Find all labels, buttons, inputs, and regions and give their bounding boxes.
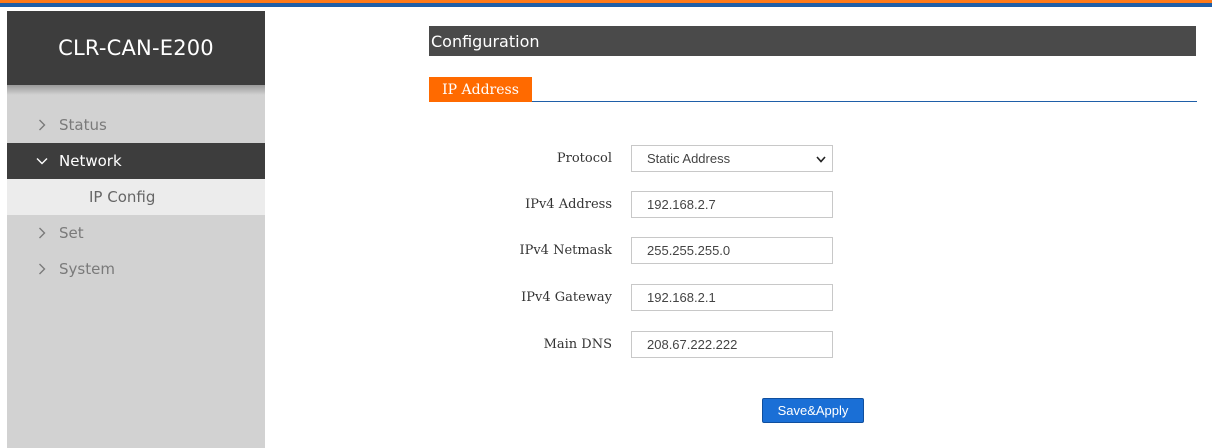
main-dns-label: Main DNS bbox=[543, 337, 612, 352]
main-dns-value: 208.67.222.222 bbox=[647, 337, 738, 352]
protocol-value: Static Address bbox=[647, 151, 731, 166]
protocol-select[interactable]: Static Address bbox=[631, 145, 833, 172]
sidebar-item-label: Set bbox=[59, 224, 84, 242]
save-apply-label: Save&Apply bbox=[777, 403, 849, 418]
protocol-label: Protocol bbox=[556, 151, 612, 166]
page-title: Configuration bbox=[431, 31, 540, 51]
brand-shadow bbox=[7, 85, 265, 95]
sidebar-item-label: System bbox=[59, 260, 115, 278]
ipv4-netmask-value: 255.255.255.0 bbox=[647, 243, 731, 258]
chevron-right-icon bbox=[35, 263, 49, 275]
chevron-right-icon bbox=[35, 119, 49, 131]
ipv4-netmask-label: IPv4 Netmask bbox=[519, 243, 612, 258]
tab-underline bbox=[429, 101, 1197, 102]
sidebar-item-system[interactable]: System bbox=[7, 251, 265, 287]
sidebar-subitem-ip-config[interactable]: IP Config bbox=[7, 179, 265, 215]
ipv4-gateway-label: IPv4 Gateway bbox=[521, 290, 612, 305]
chevron-down-icon bbox=[35, 157, 49, 165]
ipv4-gateway-input[interactable]: 192.168.2.1 bbox=[631, 284, 833, 311]
brand-header: CLR-CAN-E200 bbox=[7, 11, 265, 85]
sidebar-item-label: Network bbox=[59, 152, 122, 170]
chevron-down-icon bbox=[816, 151, 826, 166]
ipv4-address-input[interactable]: 192.168.2.7 bbox=[631, 191, 833, 218]
save-apply-button[interactable]: Save&Apply bbox=[762, 398, 864, 423]
main-dns-input[interactable]: 208.67.222.222 bbox=[631, 331, 833, 358]
ipv4-address-value: 192.168.2.7 bbox=[647, 197, 716, 212]
section-header: Configuration bbox=[429, 26, 1196, 56]
sidebar-nav: Status Network IP Config Set System bbox=[7, 107, 265, 287]
sidebar-item-network[interactable]: Network bbox=[7, 143, 265, 179]
sidebar-item-status[interactable]: Status bbox=[7, 107, 265, 143]
top-accent-bar-blue bbox=[0, 3, 1212, 7]
sidebar-subitem-label: IP Config bbox=[89, 188, 156, 206]
chevron-right-icon bbox=[35, 227, 49, 239]
brand-title: CLR-CAN-E200 bbox=[58, 36, 214, 60]
sidebar: CLR-CAN-E200 Status Network IP Config Se… bbox=[7, 11, 265, 448]
tab-ip-address[interactable]: IP Address bbox=[429, 77, 532, 102]
sidebar-item-set[interactable]: Set bbox=[7, 215, 265, 251]
ipv4-netmask-input[interactable]: 255.255.255.0 bbox=[631, 237, 833, 264]
ipv4-gateway-value: 192.168.2.1 bbox=[647, 290, 716, 305]
ipv4-address-label: IPv4 Address bbox=[525, 197, 612, 212]
sidebar-item-label: Status bbox=[59, 116, 107, 134]
tab-label: IP Address bbox=[442, 81, 519, 98]
